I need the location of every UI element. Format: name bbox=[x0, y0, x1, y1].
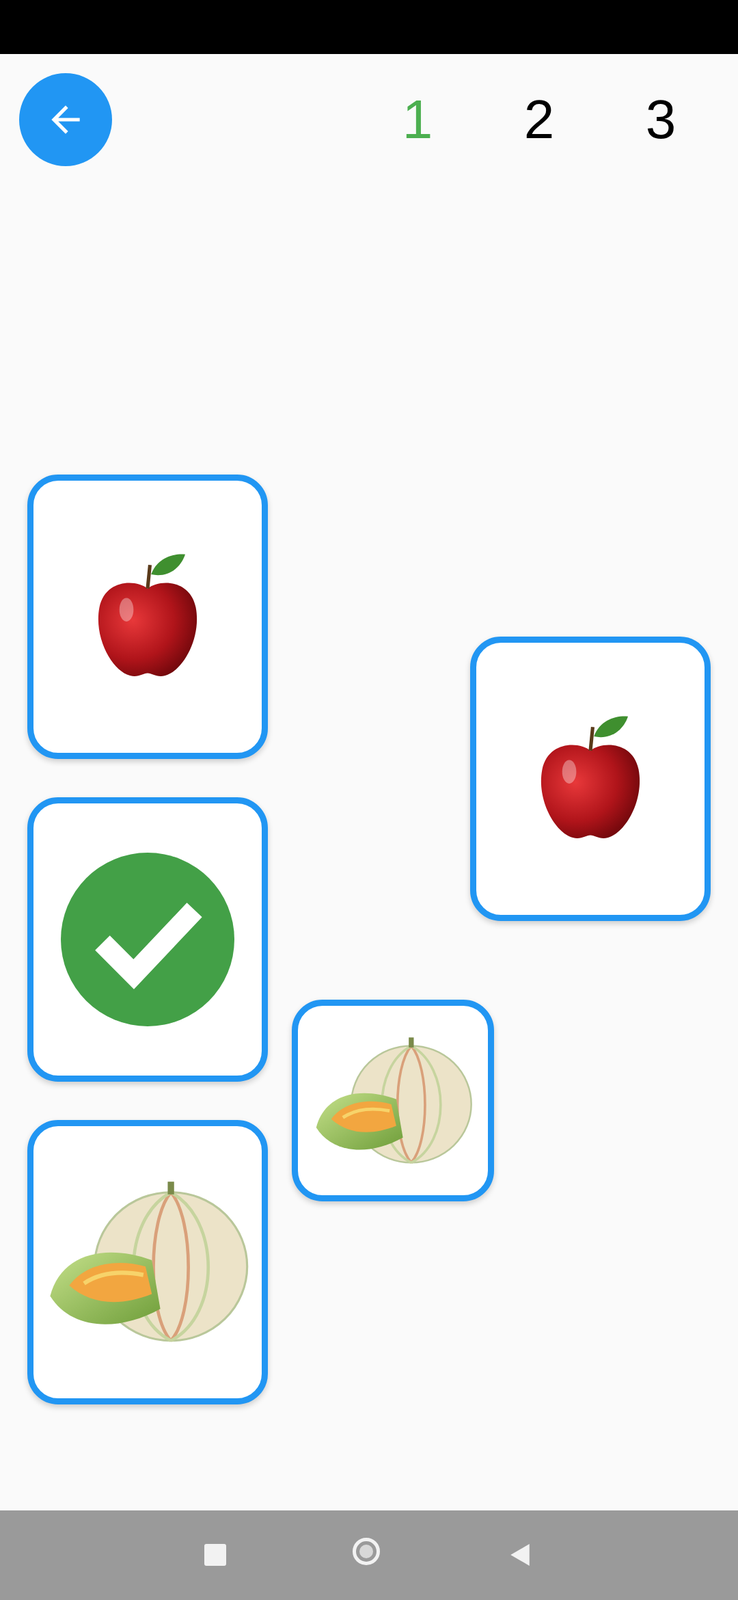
card[interactable] bbox=[27, 474, 268, 759]
back-button[interactable] bbox=[19, 73, 113, 167]
level-number[interactable]: 1 bbox=[356, 86, 479, 153]
check-icon bbox=[60, 852, 235, 1026]
melon-icon bbox=[41, 1176, 254, 1347]
apple-icon bbox=[531, 712, 650, 845]
apple-icon bbox=[88, 550, 207, 683]
navigation-bar bbox=[0, 1509, 738, 1599]
game-screen: 123 bbox=[0, 0, 738, 1599]
melon-icon bbox=[309, 1033, 477, 1168]
card[interactable] bbox=[27, 796, 268, 1082]
card[interactable] bbox=[470, 636, 711, 921]
level-number[interactable]: 3 bbox=[599, 86, 722, 153]
card[interactable] bbox=[291, 999, 495, 1201]
back-triangle-icon[interactable] bbox=[509, 1541, 531, 1567]
level-number[interactable]: 2 bbox=[478, 86, 600, 153]
arrow-left-icon bbox=[44, 98, 87, 141]
card-board bbox=[0, 185, 738, 1510]
recents-icon[interactable] bbox=[204, 1542, 227, 1565]
header: 123 bbox=[0, 53, 738, 186]
status-bar bbox=[0, 0, 738, 54]
home-icon[interactable] bbox=[352, 1536, 380, 1565]
level-list: 123 bbox=[356, 86, 722, 153]
card[interactable] bbox=[27, 1119, 268, 1404]
